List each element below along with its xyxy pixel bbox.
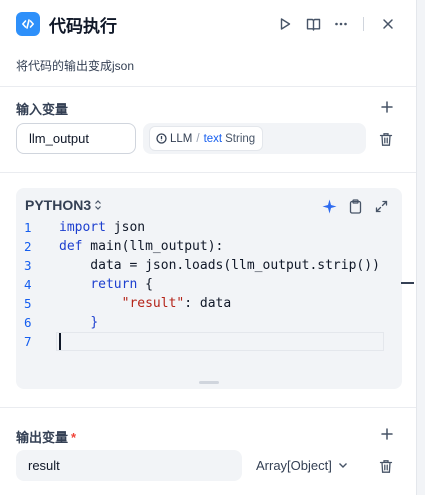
node-config-panel: 代码执行 将代码的输出变成json 输入变量 llm_output LLM / … <box>0 0 417 495</box>
code-line-text: } <box>90 315 99 330</box>
output-type-select[interactable]: Array[Object] <box>256 458 348 473</box>
delete-output-variable-button[interactable] <box>377 457 395 475</box>
book-icon <box>306 18 320 31</box>
code-editor[interactable]: PYTHON3 1 import json 2 def main(llm_out… <box>16 188 402 389</box>
source-separator: / <box>196 132 200 145</box>
chevron-down-icon <box>338 463 347 468</box>
clipboard-icon <box>349 198 361 214</box>
source-variable-type: String <box>225 132 256 145</box>
copy-code-button[interactable] <box>346 197 364 215</box>
code-line: 2 def main(llm_output): <box>16 237 402 256</box>
source-node-name: LLM <box>170 132 193 145</box>
divider <box>0 86 416 87</box>
code-line-text: def main(llm_output): <box>59 239 224 254</box>
play-icon <box>280 18 291 30</box>
llm-node-icon <box>156 133 167 144</box>
panel-header: 代码执行 <box>16 10 400 38</box>
output-variables-label: 输出变量 * <box>16 427 76 446</box>
output-variables-label-text: 输出变量 <box>16 430 69 445</box>
code-line: 5 "result": data <box>16 294 402 313</box>
delete-input-variable-button[interactable] <box>377 130 395 148</box>
editor-resize-handle[interactable] <box>199 381 219 384</box>
book-button[interactable] <box>301 12 325 36</box>
trash-icon <box>379 132 393 146</box>
language-label: PYTHON3 <box>25 197 92 213</box>
required-marker: * <box>71 430 77 445</box>
input-variables-label: 输入变量 <box>16 102 69 117</box>
code-line-text: data = json.loads(llm_output.strip()) <box>59 258 380 273</box>
input-variable-name: llm_output <box>29 131 89 146</box>
source-variable-name: text <box>203 132 223 145</box>
line-number: 5 <box>24 296 32 311</box>
line-number: 7 <box>24 334 32 349</box>
code-line-text: import json <box>59 220 146 235</box>
header-divider <box>363 17 364 31</box>
code-line-text: "result": data <box>121 296 232 311</box>
more-button[interactable] <box>329 12 353 36</box>
add-output-variable-button[interactable] <box>378 425 396 443</box>
plus-icon <box>381 101 393 113</box>
close-button[interactable] <box>376 12 400 36</box>
line-number: 3 <box>24 258 32 273</box>
variable-reference-chip[interactable]: LLM / text String <box>149 126 264 151</box>
header-actions <box>269 12 400 36</box>
active-line-highlight <box>56 332 384 351</box>
line-number: 2 <box>24 239 32 254</box>
code-line: 6 } <box>16 313 402 332</box>
output-type-value: Array[Object] <box>256 458 332 473</box>
input-variable-name-field[interactable]: llm_output <box>16 123 136 154</box>
code-line: 4 return { <box>16 275 402 294</box>
trash-icon <box>379 459 393 473</box>
ai-generate-button[interactable] <box>320 197 338 215</box>
node-description[interactable]: 将代码的输出变成json <box>16 57 134 74</box>
code-lines[interactable]: 1 import json 2 def main(llm_output): 3 … <box>16 218 402 351</box>
chevron-up-down-icon <box>95 200 102 210</box>
code-node-icon <box>16 12 40 36</box>
language-selector[interactable]: PYTHON3 <box>25 197 102 213</box>
sparkle-icon <box>322 199 336 213</box>
run-button[interactable] <box>273 12 297 36</box>
line-number: 4 <box>24 277 32 292</box>
add-input-variable-button[interactable] <box>378 98 396 116</box>
code-line: 3 data = json.loads(llm_output.strip()) <box>16 256 402 275</box>
node-title[interactable]: 代码执行 <box>49 12 117 37</box>
text-cursor <box>59 333 61 350</box>
expand-icon <box>375 200 387 212</box>
expand-editor-button[interactable] <box>372 197 390 215</box>
line-number: 6 <box>24 315 32 330</box>
output-variable-name: result <box>28 458 60 473</box>
editor-scroll-indicator[interactable] <box>401 282 414 284</box>
code-line-active: 7 <box>16 332 402 351</box>
line-number: 1 <box>24 220 32 235</box>
plus-icon <box>381 428 393 440</box>
output-variable-name-field[interactable]: result <box>16 450 242 481</box>
variable-reference-selector[interactable]: LLM / text String <box>143 123 366 154</box>
code-actions <box>312 197 390 215</box>
code-line-text: return { <box>90 277 153 292</box>
code-line: 1 import json <box>16 218 402 237</box>
divider <box>0 172 416 173</box>
close-icon <box>383 19 393 29</box>
more-horizontal-icon <box>335 22 347 26</box>
divider <box>0 407 416 408</box>
